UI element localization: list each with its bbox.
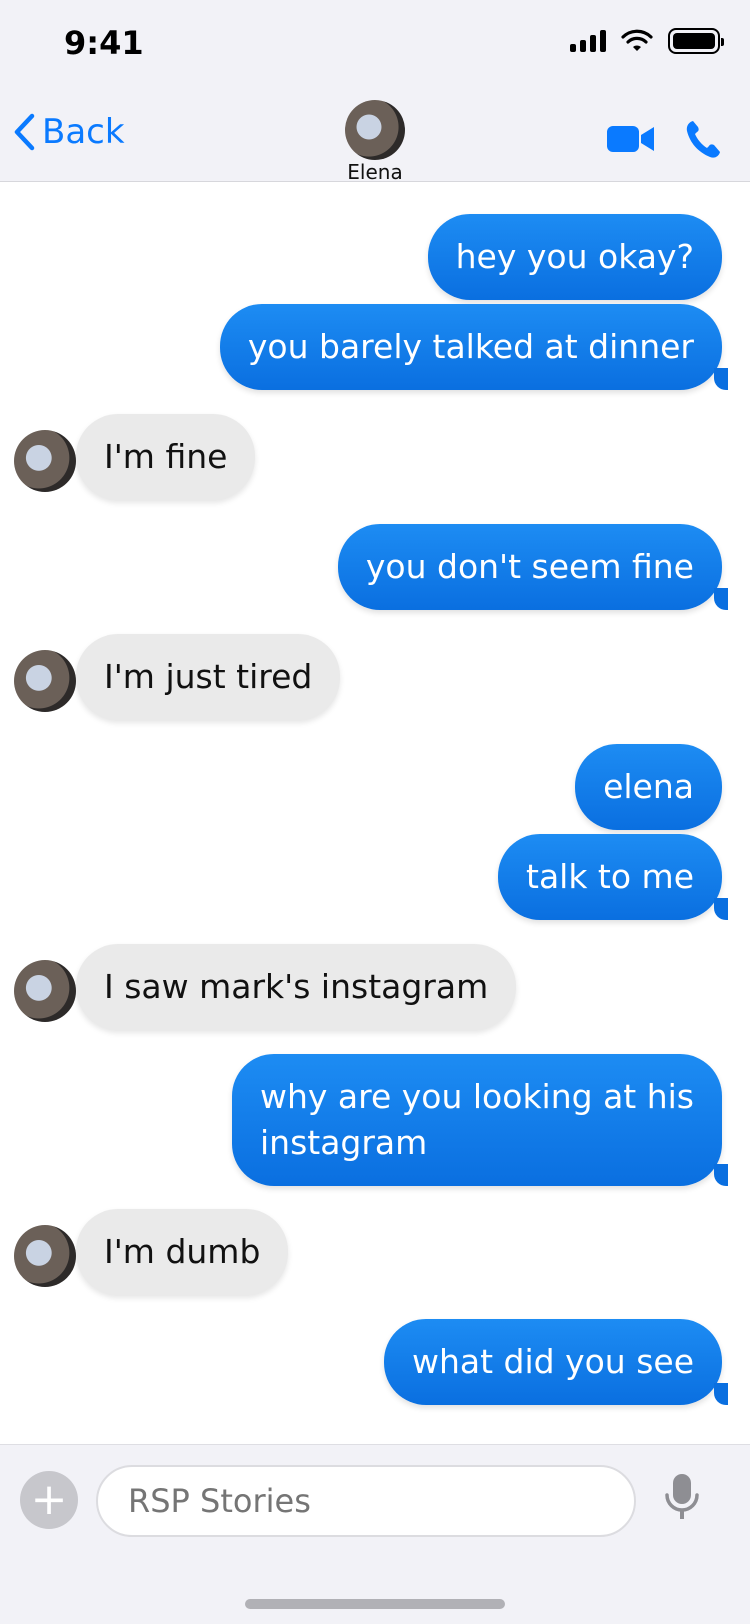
message-input[interactable] bbox=[96, 1465, 636, 1537]
sent-message[interactable]: why are you looking at his instagram bbox=[231, 1054, 728, 1186]
received-message[interactable]: I'm dumb bbox=[76, 1209, 289, 1295]
message-bubble: I saw mark's instagram bbox=[76, 944, 517, 1030]
message-bubble: what did you see bbox=[383, 1319, 722, 1405]
chevron-left-icon bbox=[14, 113, 35, 151]
back-label: Back bbox=[42, 112, 125, 152]
message-bubble: I'm fine bbox=[76, 414, 256, 500]
message-bubble: I'm just tired bbox=[76, 634, 341, 720]
sent-message[interactable]: talk to me bbox=[498, 834, 728, 920]
bubble-tail bbox=[714, 898, 728, 920]
video-camera-icon[interactable] bbox=[606, 124, 656, 154]
bubble-tail bbox=[714, 1383, 728, 1405]
plus-icon[interactable]: + bbox=[20, 1471, 78, 1529]
message-bubble: talk to me bbox=[498, 834, 722, 920]
contact-avatar[interactable] bbox=[345, 100, 405, 160]
sender-avatar[interactable] bbox=[14, 650, 76, 712]
sent-message[interactable]: what did you see bbox=[383, 1319, 728, 1405]
message-bubble: hey you okay? bbox=[427, 214, 722, 300]
message-bubble: you don't seem fine bbox=[337, 524, 722, 610]
contact-header[interactable]: Elena bbox=[345, 100, 405, 184]
home-indicator bbox=[245, 1599, 505, 1609]
bubble-tail bbox=[714, 588, 728, 610]
sent-message[interactable]: hey you okay? bbox=[427, 214, 722, 300]
battery-icon bbox=[668, 28, 724, 54]
bubble-tail bbox=[714, 1164, 728, 1186]
phone-icon[interactable] bbox=[684, 118, 722, 160]
received-message[interactable]: I saw mark's instagram bbox=[76, 944, 517, 1030]
message-bubble: you barely talked at dinner bbox=[219, 304, 722, 390]
contact-name: Elena bbox=[347, 160, 403, 184]
sender-avatar[interactable] bbox=[14, 960, 76, 1022]
wifi-icon bbox=[621, 29, 653, 51]
message-thread[interactable]: hey you okay? you barely talked at dinner… bbox=[0, 182, 750, 1444]
header: 9:41 Back Elena bbox=[0, 0, 750, 184]
message-bubble: elena bbox=[575, 744, 722, 830]
back-button[interactable]: Back bbox=[12, 112, 125, 152]
message-bubble: I'm dumb bbox=[76, 1209, 289, 1295]
sent-message[interactable]: you barely talked at dinner bbox=[219, 304, 728, 390]
received-message[interactable]: I'm just tired bbox=[76, 634, 341, 720]
sender-avatar[interactable] bbox=[14, 430, 76, 492]
received-message[interactable]: I'm fine bbox=[76, 414, 256, 500]
bubble-tail bbox=[714, 368, 728, 390]
cellular-signal-icon bbox=[570, 30, 606, 52]
messages-screen: 9:41 Back Elena hey you okay? you barely… bbox=[0, 0, 750, 1624]
microphone-icon[interactable] bbox=[664, 1473, 700, 1521]
sender-avatar[interactable] bbox=[14, 1225, 76, 1287]
composer: + bbox=[0, 1444, 750, 1624]
status-icons bbox=[570, 28, 724, 54]
message-bubble: why are you looking at his instagram bbox=[231, 1054, 722, 1186]
sent-message[interactable]: you don't seem fine bbox=[337, 524, 728, 610]
header-actions bbox=[606, 118, 722, 160]
sent-message[interactable]: elena bbox=[575, 744, 722, 830]
status-time: 9:41 bbox=[64, 24, 144, 62]
